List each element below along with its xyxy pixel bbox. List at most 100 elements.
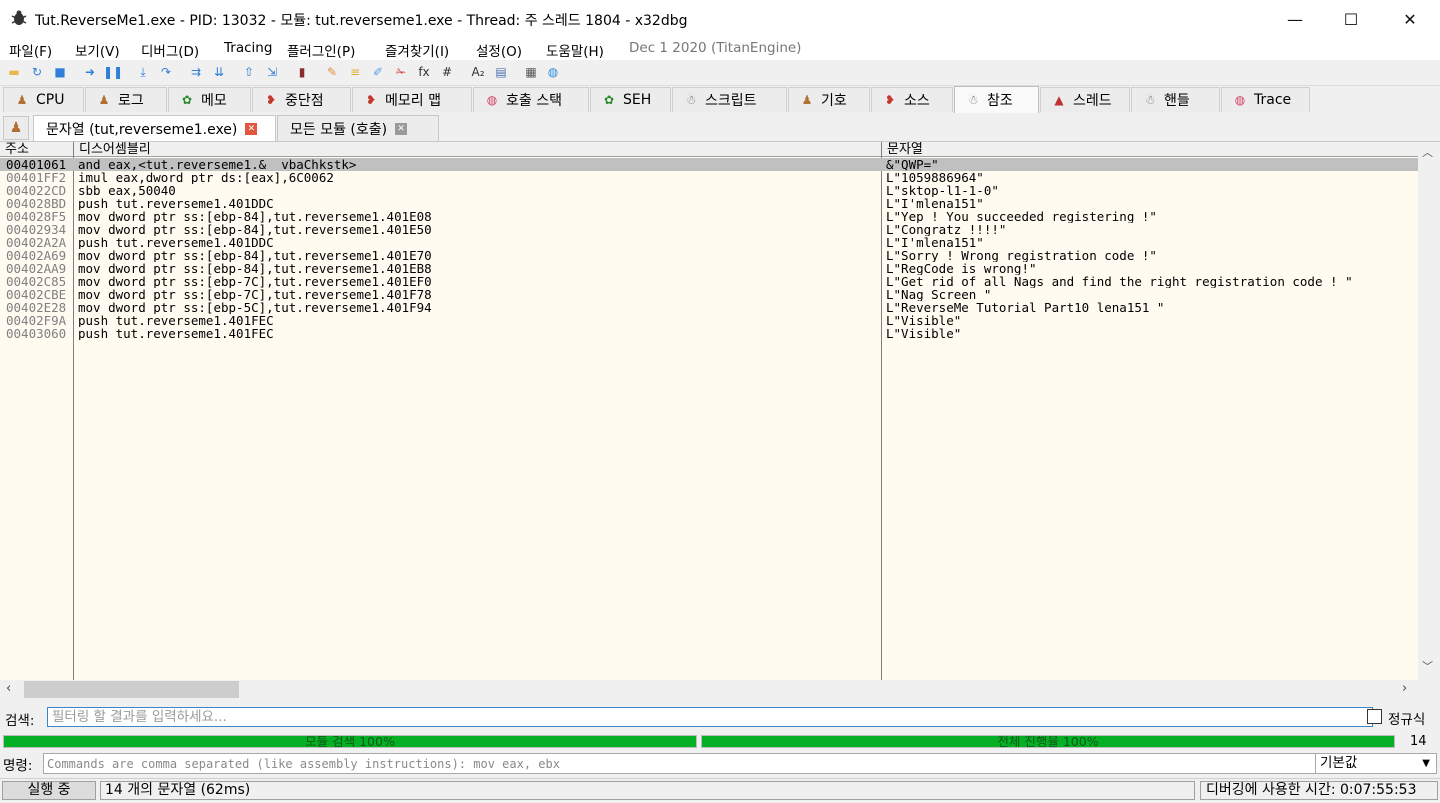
- variables-icon[interactable]: #: [439, 64, 455, 80]
- column-header-string[interactable]: 문자열: [882, 142, 1418, 157]
- scroll-right-icon[interactable]: ›: [1402, 681, 1407, 696]
- table-row[interactable]: 00402A69 mov dword ptr ss:[ebp-84],tut.re…: [0, 249, 1418, 262]
- tab-memory-map[interactable]: ❥ 메모리 맵: [352, 87, 472, 112]
- menu-favourites[interactable]: 즐겨찾기(I): [385, 40, 449, 60]
- table-row[interactable]: 00402A2A push tut.reverseme1.401DDC L"I'ml…: [0, 236, 1418, 249]
- table-row[interactable]: 00401FF2 imul eax,dword ptr ds:[eax],6C00…: [0, 171, 1418, 184]
- disassembly-cell: sbb eax,50040: [78, 184, 176, 197]
- tab-cpu[interactable]: ♟ CPU: [3, 87, 84, 112]
- table-row[interactable]: 00402C85 mov dword ptr ss:[ebp-7C],tut.re…: [0, 275, 1418, 288]
- tab-symbols[interactable]: ♟ 기호: [788, 87, 870, 112]
- subtab-strings[interactable]: 문자열 (tut,reverseme1.exe) ✕: [33, 115, 276, 141]
- address-cell: 00403060: [6, 327, 67, 340]
- tab-source[interactable]: ❥ 소스: [871, 87, 953, 112]
- column-header-address[interactable]: 주소: [0, 142, 73, 157]
- address-cell: 00401061: [6, 158, 67, 171]
- web-icon[interactable]: ◍: [545, 64, 561, 80]
- step-into-icon[interactable]: ⤓: [135, 64, 151, 80]
- references-menu-icon[interactable]: ♟: [3, 116, 29, 140]
- string-cell: L"I'mlena151": [886, 197, 984, 210]
- close-tab-icon[interactable]: ✕: [245, 122, 258, 135]
- module-progress-label: 모듈 검색 100%: [305, 735, 395, 748]
- tab-label: 핸들: [1164, 93, 1190, 109]
- scroll-left-icon[interactable]: ‹: [6, 681, 11, 696]
- menu-options[interactable]: 설정(O): [476, 40, 522, 60]
- menu-tracing[interactable]: Tracing: [224, 40, 272, 56]
- string-cell: L"I'mlena151": [886, 236, 984, 249]
- menu-view[interactable]: 보기(V): [75, 40, 120, 60]
- font-icon[interactable]: A₂: [470, 64, 486, 80]
- pause-icon[interactable]: ❚❚: [103, 64, 123, 80]
- tab-breakpoints[interactable]: ❥ 중단점: [252, 87, 351, 112]
- run-to-user-code-icon[interactable]: ⇲: [264, 64, 280, 80]
- tab-trace[interactable]: ◍ Trace: [1221, 87, 1310, 112]
- scylla-icon[interactable]: ▮: [294, 64, 310, 80]
- table-row[interactable]: 00402CBE mov dword ptr ss:[ebp-7C],tut.re…: [0, 288, 1418, 301]
- tab-notes[interactable]: ✿ 메모: [168, 87, 251, 112]
- step-over-icon[interactable]: ↷: [158, 64, 174, 80]
- table-row[interactable]: 00402F9A push tut.reverseme1.401FEC L"Visi…: [0, 314, 1418, 327]
- tab-seh[interactable]: ✿ SEH: [590, 87, 671, 112]
- comments-icon[interactable]: ≡: [347, 64, 363, 80]
- disassembly-cell: mov dword ptr ss:[ebp-7C],tut.reverseme1…: [78, 275, 432, 288]
- table-row[interactable]: 00402934 mov dword ptr ss:[ebp-84],tut.re…: [0, 223, 1418, 236]
- table-row[interactable]: 00402AA9 mov dword ptr ss:[ebp-84],tut.re…: [0, 262, 1418, 275]
- menu-plugins[interactable]: 플러그인(P): [287, 40, 355, 60]
- scroll-up-icon[interactable]: ︿: [1422, 144, 1433, 160]
- menu-help[interactable]: 도움말(H): [546, 40, 604, 60]
- tab-script[interactable]: ☃ 스크립트: [672, 87, 787, 112]
- tab-handles[interactable]: ☃ 핸들: [1131, 87, 1220, 112]
- execute-till-return-icon[interactable]: ⇧: [241, 64, 257, 80]
- maximize-button[interactable]: ☐: [1322, 0, 1380, 38]
- trace-into-icon[interactable]: ⇉: [188, 64, 204, 80]
- table-row[interactable]: 00403060 push tut.reverseme1.401FEC L"Visi…: [0, 327, 1418, 340]
- address-cell: 00402E28: [6, 301, 67, 314]
- trace-over-icon[interactable]: ⇊: [211, 64, 227, 80]
- build-date: Dec 1 2020 (TitanEngine): [629, 40, 802, 56]
- tab-references[interactable]: ☃ 참조: [954, 86, 1039, 113]
- search-label: 검색:: [5, 713, 35, 729]
- restart-icon[interactable]: ↻: [29, 64, 45, 80]
- disassembly-cell: push tut.reverseme1.401FEC: [78, 314, 274, 327]
- table-row[interactable]: 00402E28 mov dword ptr ss:[ebp-5C],tut.re…: [0, 301, 1418, 314]
- table-row[interactable]: 004022CD sbb eax,50040 L"sktop-l1-1-0": [0, 184, 1418, 197]
- table-row[interactable]: 004028BD push tut.reverseme1.401DDC L"I'ml…: [0, 197, 1418, 210]
- string-cell: L"Nag Screen ": [886, 288, 992, 301]
- vertical-scrollbar[interactable]: ︿ ﹀: [1418, 142, 1440, 680]
- address-cell: 00402C85: [6, 275, 67, 288]
- subtab-all-modules[interactable]: 모든 모듈 (호출) ✕: [277, 115, 439, 141]
- functions-icon[interactable]: fx: [416, 64, 432, 80]
- minimize-button[interactable]: —: [1266, 0, 1324, 38]
- column-header-disassembly[interactable]: 디스어셈블리: [74, 142, 881, 157]
- scroll-down-icon[interactable]: ﹀: [1422, 658, 1433, 674]
- table-row[interactable]: 00401061 and eax,<tut.reverseme1.&__vbaCh…: [0, 158, 1418, 171]
- run-icon[interactable]: ➜: [82, 64, 98, 80]
- tab-threads[interactable]: ▲ 스레드: [1040, 87, 1130, 112]
- string-cell: L"1059886964": [886, 171, 984, 184]
- close-tab-icon[interactable]: ✕: [395, 122, 408, 135]
- cpu-icon: ♟: [16, 93, 28, 107]
- regex-checkbox[interactable]: [1367, 709, 1382, 724]
- labels-icon[interactable]: ✐: [370, 64, 386, 80]
- command-label: 명령:: [3, 758, 33, 774]
- open-icon[interactable]: ▬: [6, 64, 22, 80]
- patch-icon[interactable]: ✎: [324, 64, 340, 80]
- tab-call-stack[interactable]: ◍ 호출 스택: [473, 87, 589, 112]
- horizontal-scroll-thumb[interactable]: [24, 681, 239, 698]
- chevron-down-icon: ▼: [1422, 758, 1430, 769]
- close-button[interactable]: ✕: [1381, 0, 1439, 38]
- disassembly-cell: mov dword ptr ss:[ebp-7C],tut.reverseme1…: [78, 288, 432, 301]
- menu-file[interactable]: 파일(F): [9, 40, 52, 60]
- stop-icon[interactable]: ■: [52, 64, 68, 80]
- bookmarks-icon[interactable]: ✁: [393, 64, 409, 80]
- breakpoints-icon[interactable]: ▤: [493, 64, 509, 80]
- references-table[interactable]: 주소 디스어셈블리 문자열 00401061 and eax,<tut.rever…: [0, 142, 1440, 680]
- search-input[interactable]: [47, 707, 1373, 727]
- command-input[interactable]: [43, 753, 1317, 774]
- command-engine-select[interactable]: 기본값 ▼: [1315, 753, 1437, 774]
- table-row[interactable]: 004028F5 mov dword ptr ss:[ebp-84],tut.re…: [0, 210, 1418, 223]
- string-cell: L"ReverseMe Tutorial Part10 lena151 ": [886, 301, 1165, 314]
- calculator-icon[interactable]: ▦: [523, 64, 539, 80]
- tab-log[interactable]: ♟ 로그: [85, 87, 167, 112]
- menu-debug[interactable]: 디버그(D): [141, 40, 199, 60]
